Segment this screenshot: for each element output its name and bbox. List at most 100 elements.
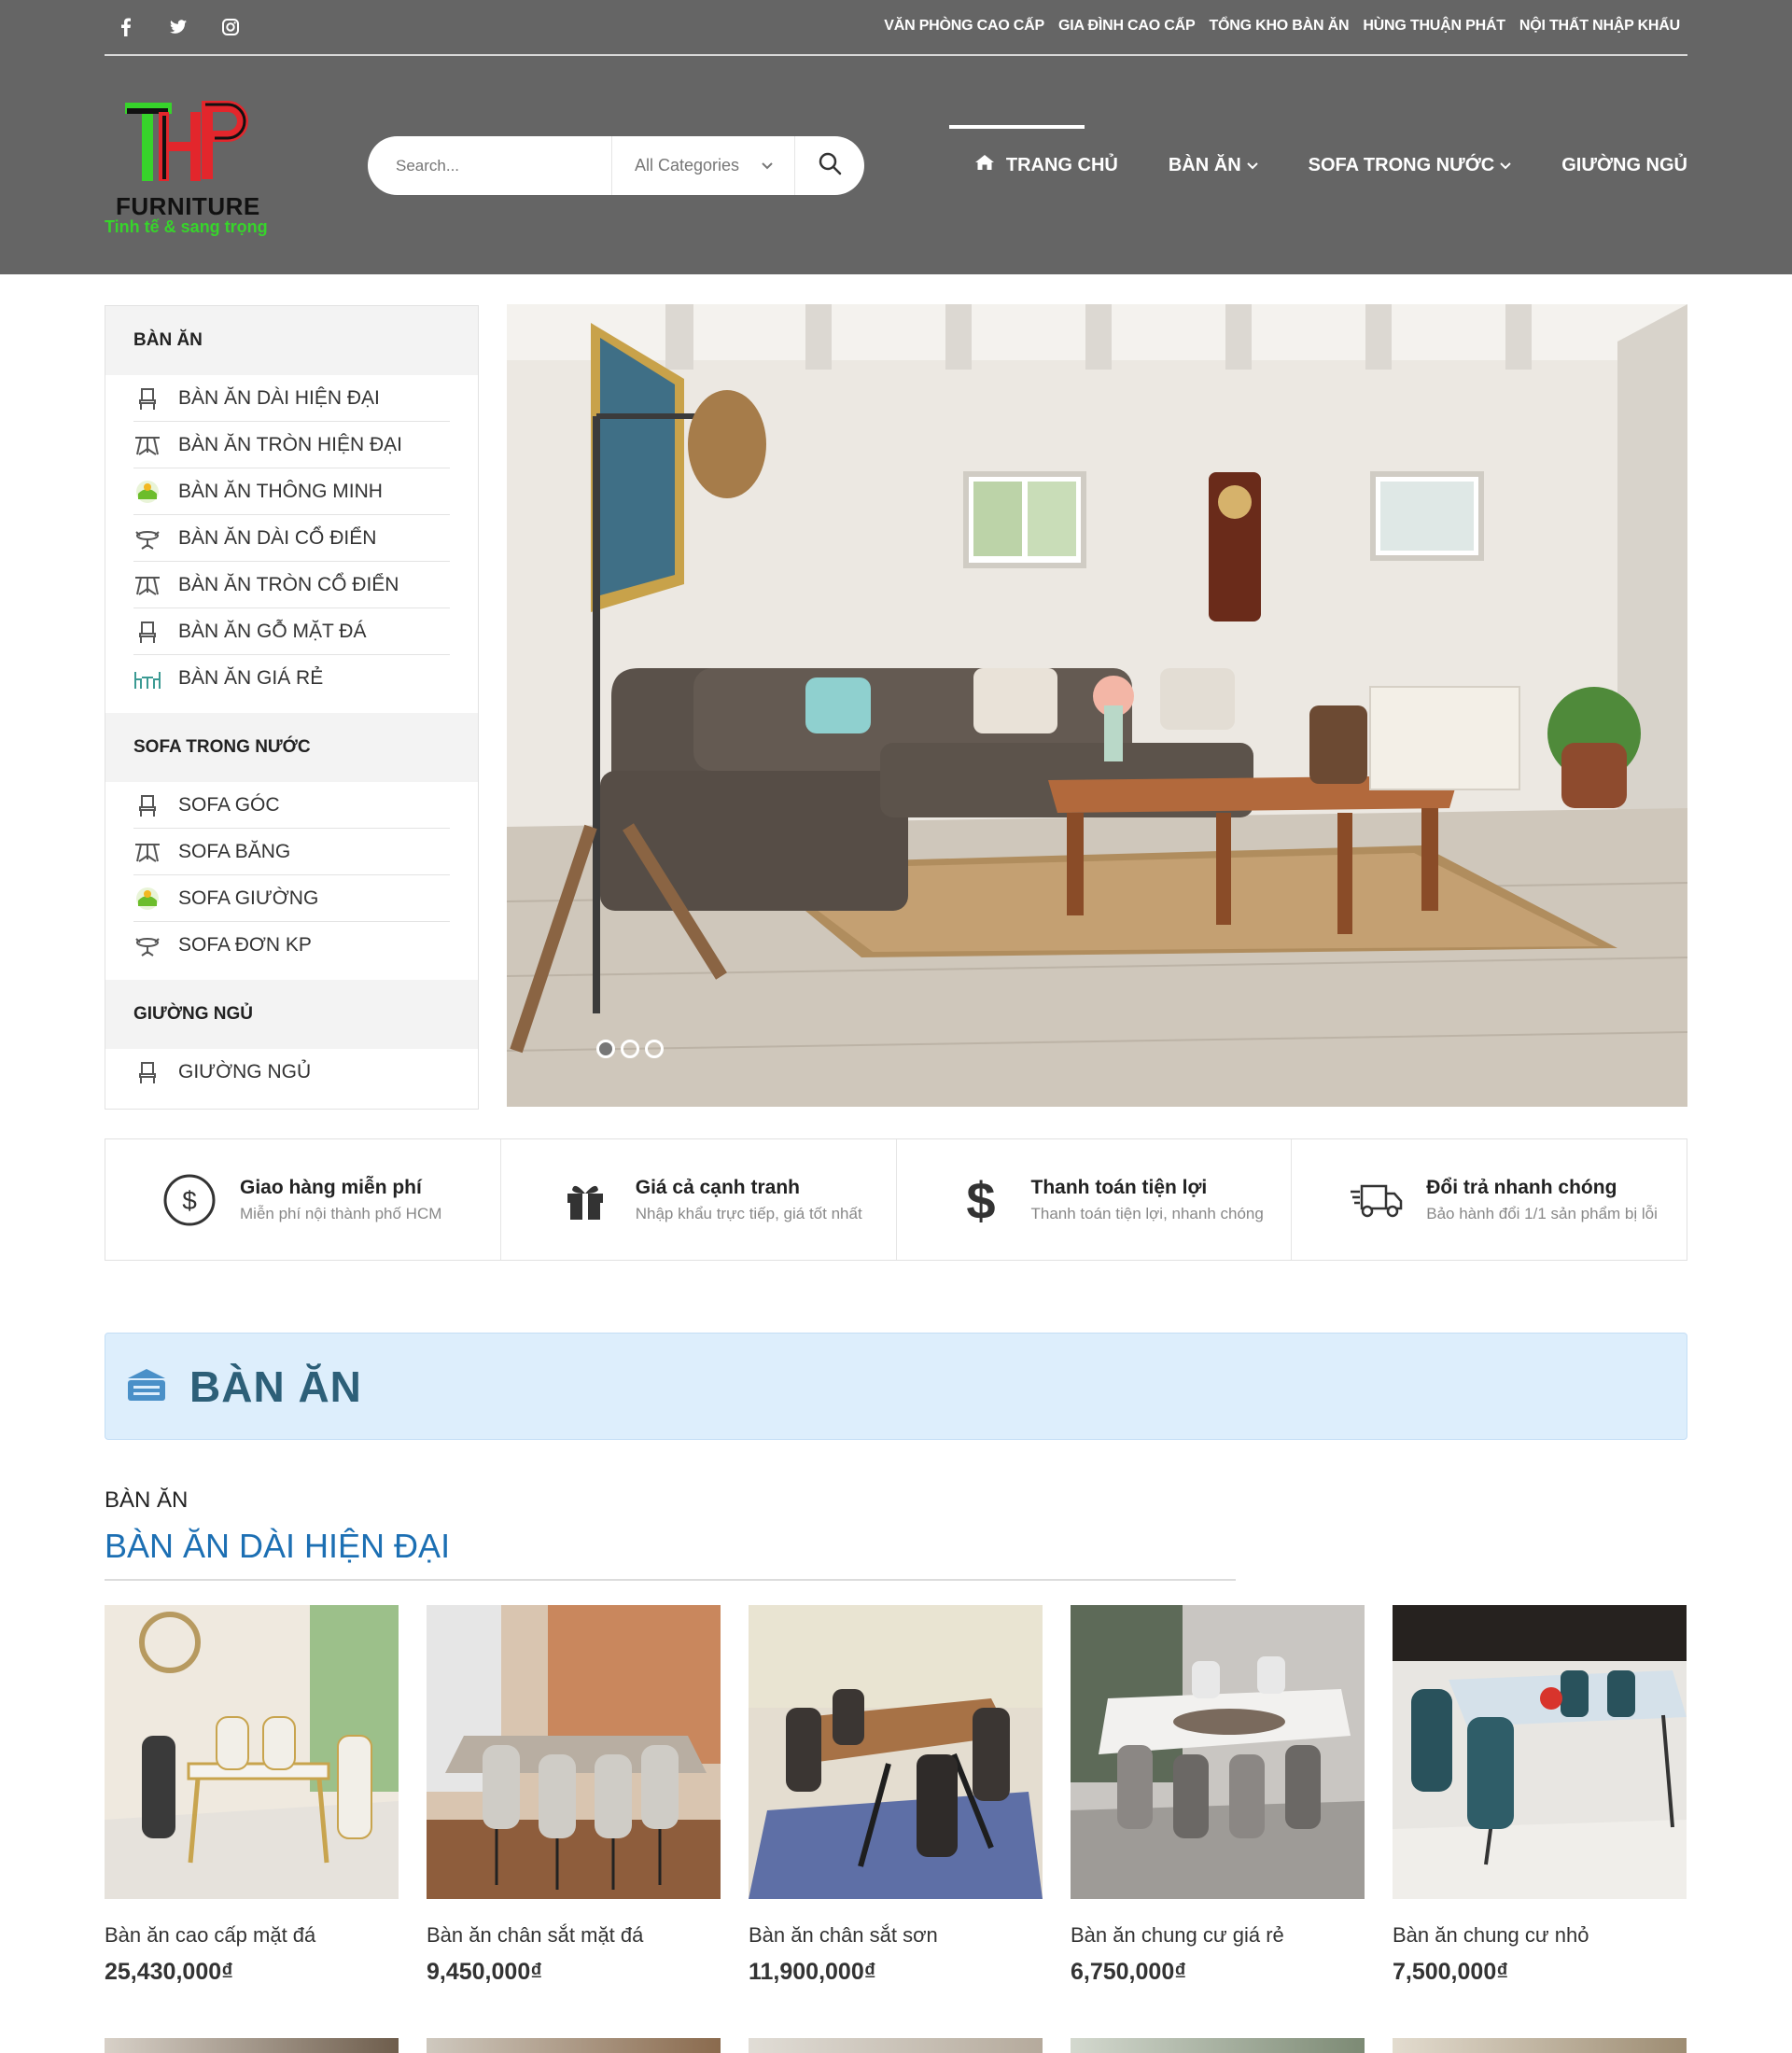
feature-subtitle: Thanh toán tiện lợi, nhanh chóng <box>1030 1204 1264 1222</box>
sidebar-list: BÀN ĂN DÀI HIỆN ĐẠI BÀN ĂN TRÒN HIỆN ĐẠI… <box>105 375 478 713</box>
search-button[interactable] <box>795 136 864 195</box>
sidebar-item-ban-an-dai-hien-dai[interactable]: BÀN ĂN DÀI HIỆN ĐẠI <box>133 375 450 422</box>
product-image[interactable] <box>1393 1605 1687 1899</box>
sidebar-item-label: BÀN ĂN GỖ MẶT ĐÁ <box>178 620 367 642</box>
product-card[interactable] <box>1393 2038 1687 2053</box>
product-image[interactable] <box>427 2038 721 2053</box>
product-card[interactable]: Bàn ăn chung cư nhỏ 7,500,000₫ <box>1393 1605 1687 1986</box>
category-select[interactable]: All Categories <box>612 136 795 195</box>
feature-competitive-price: Giá cả cạnh tranh Nhập khẩu trực tiếp, g… <box>501 1139 897 1260</box>
product-image[interactable] <box>1071 2038 1365 2053</box>
nav-giuong-ngu[interactable]: GIƯỜNG NGỦ <box>1536 125 1687 205</box>
sidebar-item-giuong-ngu[interactable]: GIƯỜNG NGỦ <box>133 1049 450 1096</box>
chair-icon <box>133 791 161 819</box>
slider-dot[interactable] <box>645 1040 664 1058</box>
feature-free-shipping: $ Giao hàng miễn phí Miễn phí nội thành … <box>105 1139 501 1260</box>
feature-title: Đổi trả nhanh chóng <box>1426 1176 1617 1198</box>
product-image[interactable] <box>427 1605 721 1899</box>
slider-dot[interactable] <box>621 1040 639 1058</box>
instagram-icon[interactable] <box>220 17 241 37</box>
product-card[interactable] <box>105 2038 399 2053</box>
features-bar: $ Giao hàng miễn phí Miễn phí nội thành … <box>105 1138 1687 1261</box>
product-card[interactable]: Bàn ăn chân sắt mặt đá 9,450,000₫ <box>427 1605 721 1986</box>
top-link-gia-dinh[interactable]: GIA ĐÌNH CAO CẤP <box>1058 18 1196 35</box>
top-link-van-phong[interactable]: VĂN PHÒNG CAO CẤP <box>884 18 1044 35</box>
product-name[interactable]: Bàn ăn chân sắt sơn <box>749 1923 1043 1948</box>
category-select-value: All Categories <box>635 156 740 175</box>
truck-icon <box>1348 1172 1404 1228</box>
product-image[interactable] <box>105 1605 399 1899</box>
product-card[interactable] <box>427 2038 721 2053</box>
category-label[interactable]: BÀN ĂN <box>105 1487 188 1514</box>
top-link-noi-that[interactable]: NỘI THẤT NHẬP KHẨU <box>1519 18 1680 35</box>
nav-ban-an[interactable]: BÀN ĂN <box>1143 125 1283 205</box>
chevron-down-icon <box>1246 158 1258 173</box>
chair-icon <box>133 1058 161 1086</box>
twitter-icon[interactable] <box>168 17 189 37</box>
sidebar-group-title[interactable]: BÀN ĂN <box>105 306 478 375</box>
search-icon <box>818 151 842 180</box>
svg-text:$: $ <box>182 1186 197 1215</box>
sidebar-item-sofa-bang[interactable]: SOFA BĂNG <box>133 829 450 875</box>
product-card[interactable] <box>1071 2038 1365 2053</box>
sidebar-item-label: BÀN ĂN DÀI CỔ ĐIỂN <box>178 526 377 549</box>
product-card[interactable] <box>749 2038 1043 2053</box>
dollar-icon: $ <box>953 1172 1009 1228</box>
product-name[interactable]: Bàn ăn chung cư nhỏ <box>1393 1923 1687 1948</box>
top-link-tong-kho[interactable]: TỔNG KHO BÀN ĂN <box>1209 18 1349 35</box>
sidebar-item-sofa-goc[interactable]: SOFA GÓC <box>133 782 450 829</box>
top-link-hung-thuan-phat[interactable]: HÙNG THUẬN PHÁT <box>1363 18 1505 35</box>
chair-icon <box>133 384 161 412</box>
product-image[interactable] <box>105 2038 399 2053</box>
facebook-icon[interactable] <box>116 17 136 37</box>
logo-mark <box>125 101 248 181</box>
product-name[interactable]: Bàn ăn chân sắt mặt đá <box>427 1923 721 1948</box>
sidebar-item-label: SOFA ĐƠN KP <box>178 934 312 956</box>
sidebar-item-label: SOFA BĂNG <box>178 840 291 862</box>
feature-title: Thanh toán tiện lợi <box>1030 1176 1208 1198</box>
product-name[interactable]: Bàn ăn chung cư giá rẻ <box>1071 1923 1365 1948</box>
top-bar: VĂN PHÒNG CAO CẤP GIA ĐÌNH CAO CẤP TỔNG … <box>105 0 1687 56</box>
table-icon <box>133 571 161 599</box>
hero-slider[interactable] <box>507 304 1687 1107</box>
product-name[interactable]: Bàn ăn cao cấp mặt đá <box>105 1923 399 1948</box>
sidebar-item-ban-an-go-mat-da[interactable]: BÀN ĂN GỖ MẶT ĐÁ <box>133 608 450 655</box>
sidebar-item-sofa-don-kp[interactable]: SOFA ĐƠN KP <box>133 922 450 969</box>
site-header: VĂN PHÒNG CAO CẤP GIA ĐÌNH CAO CẤP TỔNG … <box>0 0 1792 274</box>
sidebar-item-ban-an-tron-co-dien[interactable]: BÀN ĂN TRÒN CỔ ĐIỂN <box>133 562 450 608</box>
product-grid: Bàn ăn cao cấp mặt đá 25,430,000₫ Bàn ăn… <box>105 1605 1687 1986</box>
nav-trang-chu-label: TRANG CHỦ <box>1005 154 1118 175</box>
product-card[interactable]: Bàn ăn cao cấp mặt đá 25,430,000₫ <box>105 1605 399 1986</box>
dining-set-icon <box>133 664 161 692</box>
sidebar-item-label: GIƯỜNG NGỦ <box>178 1061 312 1082</box>
top-links: VĂN PHÒNG CAO CẤP GIA ĐÌNH CAO CẤP TỔNG … <box>884 18 1680 35</box>
site-logo[interactable]: FURNITURE Tinh tế & sang trọng <box>105 91 273 241</box>
nav-sofa-label: SOFA TRONG NƯỚC <box>1308 154 1495 175</box>
sidebar-item-ban-an-thong-minh[interactable]: BÀN ĂN THÔNG MINH <box>133 468 450 515</box>
nav-sofa-trong-nuoc[interactable]: SOFA TRONG NƯỚC <box>1283 125 1537 205</box>
hero-living-room-image <box>507 304 1687 1107</box>
round-table-icon <box>133 524 161 552</box>
product-image[interactable] <box>749 1605 1043 1899</box>
social-links <box>116 17 241 37</box>
nav-ban-an-label: BÀN ĂN <box>1168 154 1241 175</box>
product-image[interactable] <box>1393 2038 1687 2053</box>
nav-trang-chu[interactable]: TRANG CHỦ <box>948 125 1143 205</box>
section-title: BÀN ĂN <box>189 1362 362 1411</box>
sidebar-item-ban-an-dai-co-dien[interactable]: BÀN ĂN DÀI CỔ ĐIỂN <box>133 515 450 562</box>
sidebar-item-ban-an-gia-re[interactable]: BÀN ĂN GIÁ RẺ <box>133 655 450 702</box>
sidebar-item-sofa-giuong[interactable]: SOFA GIƯỜNG <box>133 875 450 922</box>
sidebar-group-title[interactable]: GIƯỜNG NGỦ <box>105 980 478 1049</box>
chevron-down-icon <box>761 156 774 175</box>
product-card[interactable]: Bàn ăn chung cư giá rẻ 6,750,000₫ <box>1071 1605 1365 1986</box>
product-image[interactable] <box>749 2038 1043 2053</box>
product-image[interactable] <box>1071 1605 1365 1899</box>
sidebar-item-ban-an-tron-hien-dai[interactable]: BÀN ĂN TRÒN HIỆN ĐẠI <box>133 422 450 468</box>
product-card[interactable]: Bàn ăn chân sắt sơn 11,900,000₫ <box>749 1605 1043 1986</box>
feature-title: Giá cả cạnh tranh <box>635 1176 800 1198</box>
slider-dot[interactable] <box>596 1040 615 1058</box>
product-price: 11,900,000₫ <box>749 1959 876 1985</box>
sidebar-group-title[interactable]: SOFA TRONG NƯỚC <box>105 713 478 782</box>
search-input[interactable] <box>368 136 612 195</box>
subcategory-title[interactable]: BÀN ĂN DÀI HIỆN ĐẠI <box>105 1527 450 1566</box>
